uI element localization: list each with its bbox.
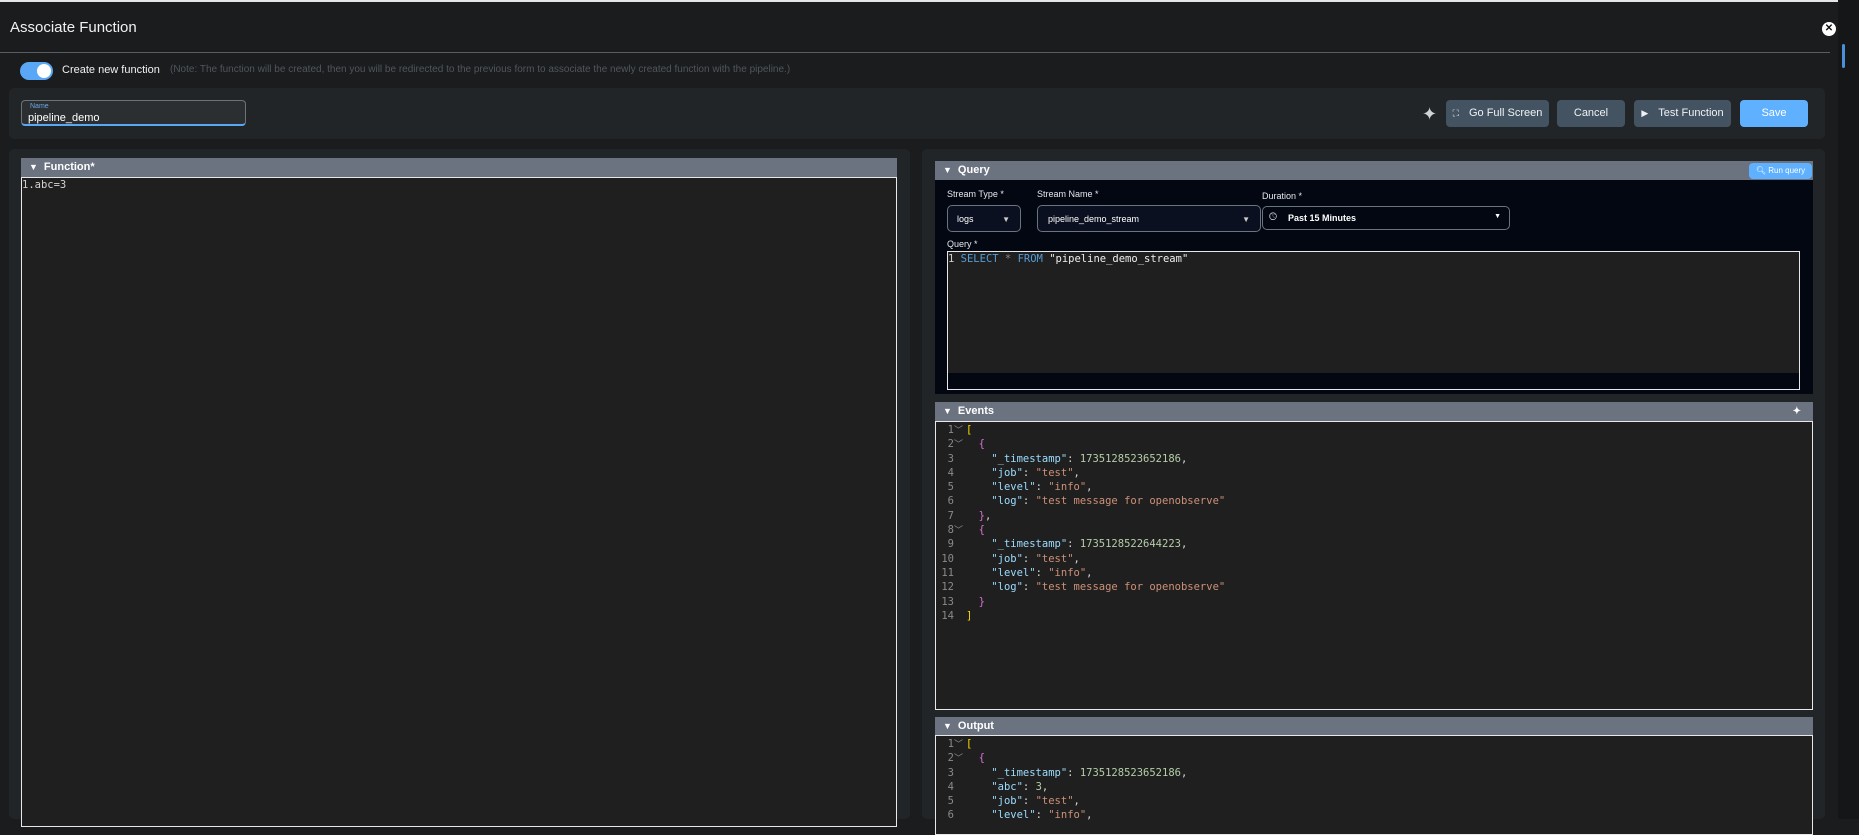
chevron-down-icon: ▼ (29, 162, 38, 172)
event-level: info (1054, 566, 1080, 579)
sql-string: "pipeline_demo_stream" (1049, 253, 1189, 265)
output-editor[interactable]: 1﹀[ 2﹀ { 3 "_timestamp": 173512852365218… (935, 735, 1813, 835)
events-header[interactable]: ▼ Events ✦ (935, 402, 1813, 421)
output-level: info (1054, 809, 1080, 822)
play-icon: ▶ (1641, 108, 1649, 118)
test-function-label: Test Function (1658, 107, 1724, 119)
function-header[interactable]: ▼ Function* (21, 158, 897, 177)
events-editor[interactable]: 1﹀[ 2﹀ { 3 "_timestamp": 173512852365218… (935, 421, 1813, 710)
dropdown-arrow-icon: ▼ (1242, 215, 1250, 224)
event-log: test message for openobserve (1041, 581, 1219, 594)
stream-name-select[interactable]: pipeline_demo_stream ▼ (1037, 205, 1261, 232)
duration-value: Past 15 Minutes (1288, 213, 1357, 223)
sql-star: * (1004, 253, 1012, 265)
event-timestamp: 1735128522644223 (1079, 538, 1181, 551)
duration-label: Duration * (1262, 191, 1303, 201)
event-timestamp: 1735128523652186 (1079, 452, 1181, 465)
event-job: test (1041, 466, 1068, 479)
name-field[interactable]: Name (21, 100, 246, 126)
dropdown-arrow-icon: ▼ (1002, 215, 1010, 224)
search-icon: 🔍︎ (1755, 166, 1766, 175)
stream-type-select[interactable]: logs ▼ (947, 205, 1021, 232)
divider (0, 52, 1830, 53)
sparkle-icon[interactable]: ✦ (1422, 104, 1437, 125)
stream-name-label: Stream Name * (1037, 189, 1099, 199)
toggle-note: (Note: The function will be created, the… (170, 64, 791, 75)
fullscreen-label: Go Full Screen (1468, 107, 1543, 119)
run-query-button[interactable]: 🔍︎ Run query (1749, 163, 1812, 179)
output-title: Output (957, 720, 994, 732)
query-editor[interactable]: 1 SELECT * FROM "pipeline_demo_stream" (947, 251, 1800, 390)
events-title: Events (957, 405, 994, 417)
sparkle-icon[interactable]: ✦ (1793, 402, 1801, 421)
create-new-function-toggle[interactable] (20, 62, 53, 80)
name-toolbar-card (9, 88, 1825, 139)
chevron-down-icon: ▼ (943, 406, 952, 416)
toggle-label: Create new function (62, 64, 160, 76)
function-editor[interactable]: 1.abc=3 (21, 177, 897, 827)
duration-select[interactable]: 🕓︎ Past 15 Minutes ▼ (1262, 206, 1510, 230)
code-line: .abc=3 (28, 179, 67, 191)
sql-keyword: SELECT (960, 253, 999, 265)
save-button[interactable]: Save (1740, 100, 1808, 127)
output-header[interactable]: ▼ Output (935, 717, 1813, 736)
query-header[interactable]: ▼ Query (935, 161, 1813, 180)
run-query-label: Run query (1768, 166, 1806, 175)
query-label: Query * (947, 239, 978, 249)
query-title: Query (957, 164, 990, 176)
stream-type-label: Stream Type * (947, 189, 1004, 199)
event-log: test message for openobserve (1041, 495, 1219, 508)
fullscreen-icon: ⛶ (1452, 108, 1459, 118)
function-title: Function* (43, 161, 95, 173)
output-timestamp: 1735128523652186 (1079, 766, 1181, 779)
dialog-title: Associate Function (10, 19, 137, 36)
cancel-button[interactable]: Cancel (1557, 100, 1625, 127)
stream-type-value: logs (957, 214, 974, 224)
chevron-down-icon: ▼ (943, 721, 952, 731)
test-function-button[interactable]: ▶ Test Function (1634, 100, 1731, 127)
go-full-screen-button[interactable]: ⛶ Go Full Screen (1446, 100, 1549, 127)
event-level: info (1054, 481, 1080, 494)
close-icon[interactable]: ✕ (1822, 22, 1836, 36)
background-page-edge (1838, 0, 1859, 819)
output-job: test (1041, 795, 1068, 808)
name-input[interactable] (28, 112, 228, 124)
chevron-down-icon: ▼ (943, 165, 952, 175)
clock-icon: 🕓︎ (1269, 212, 1277, 223)
top-border (0, 0, 1859, 2)
name-label: Name (30, 103, 49, 110)
event-job: test (1041, 552, 1068, 565)
stream-name-value: pipeline_demo_stream (1048, 214, 1140, 224)
sql-keyword: FROM (1017, 253, 1043, 265)
caret-down-icon: ▼ (1494, 213, 1501, 220)
